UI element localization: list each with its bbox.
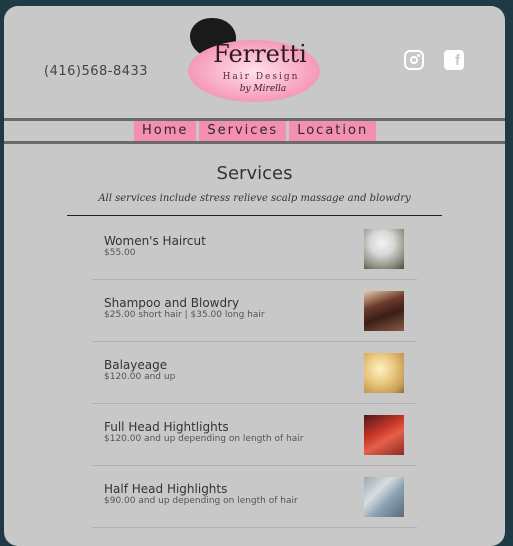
nav-item-home[interactable]: Home	[134, 121, 197, 141]
service-price: $55.00	[104, 248, 136, 258]
service-photo	[364, 229, 404, 269]
service-price: $25.00 short hair | $35.00 long hair	[104, 310, 265, 320]
page-subtitle: All services include stress relieve scal…	[98, 193, 411, 204]
service-photo	[364, 477, 404, 517]
service-name: Full Head Hightlights	[104, 420, 229, 434]
service-price: $90.00 and up depending on length of hai…	[104, 496, 298, 506]
nav-item-services[interactable]: Services	[199, 121, 287, 141]
service-name: Half Head Highlights	[104, 482, 228, 496]
service-item: Balayeage $120.00 and up	[92, 342, 417, 404]
page-title: Services	[216, 163, 293, 184]
service-photo	[364, 415, 404, 455]
service-item: Half Head Highlights $90.00 and up depen…	[92, 466, 417, 528]
service-item: Shampoo and Blowdry $25.00 short hair | …	[92, 280, 417, 342]
service-item: Full Head Hightlights $120.00 and up dep…	[92, 404, 417, 466]
services-list: Women's Haircut $55.00 Shampoo and Blowd…	[92, 218, 417, 528]
nav-divider-bottom	[4, 141, 505, 144]
service-item: Women's Haircut $55.00	[92, 218, 417, 280]
title-divider	[67, 215, 442, 216]
service-photo	[364, 291, 404, 331]
logo-name: Ferretti	[213, 40, 307, 68]
logo-tagline: Hair Design	[222, 72, 300, 82]
logo-signature: by Mirella	[239, 84, 287, 94]
service-name: Balayeage	[104, 358, 168, 372]
service-price: $120.00 and up	[104, 372, 176, 382]
facebook-icon[interactable]: f	[444, 50, 464, 70]
phone-number[interactable]: (416)568-8433	[44, 64, 148, 79]
main-nav: Home Services Location	[134, 121, 377, 141]
service-name: Women's Haircut	[104, 234, 206, 248]
logo[interactable]: Ferretti Hair Design by Mirella	[186, 18, 326, 106]
service-photo	[364, 353, 404, 393]
instagram-icon[interactable]	[404, 50, 424, 70]
service-name: Shampoo and Blowdry	[104, 296, 240, 310]
nav-item-location[interactable]: Location	[289, 121, 377, 141]
page-frame: (416)568-8433 Ferretti Hair Design by Mi…	[4, 6, 505, 546]
service-price: $120.00 and up depending on length of ha…	[104, 434, 304, 444]
